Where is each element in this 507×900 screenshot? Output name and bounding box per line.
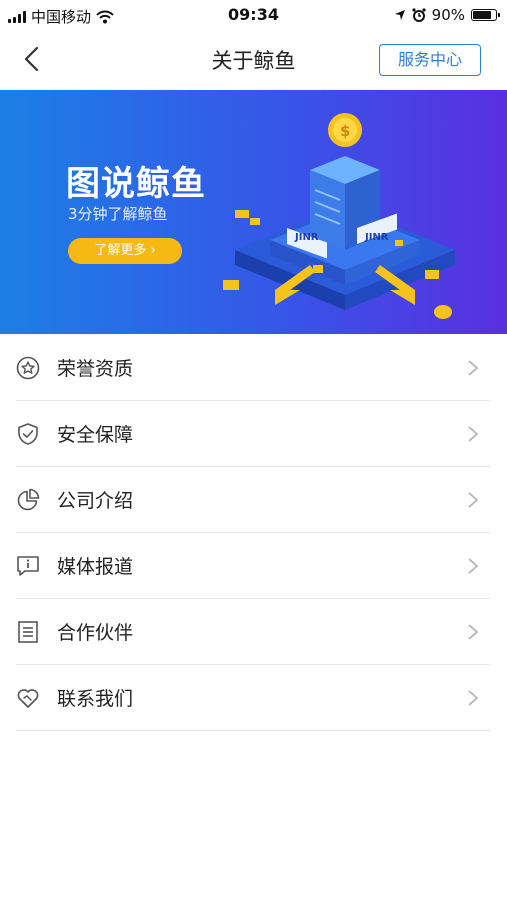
menu-item-media[interactable]: 媒体报道 [16, 533, 491, 599]
menu-label: 公司介绍 [57, 490, 134, 512]
nav-bar: 关于鲸鱼 服务中心 [0, 30, 507, 90]
chevron-right-icon [468, 360, 479, 376]
status-bar: 中国移动 09:34 90% [0, 0, 507, 30]
service-center-button[interactable]: 服务中心 [379, 44, 481, 76]
pie-chart-icon [17, 488, 40, 511]
status-right: 90% [394, 6, 500, 24]
info-bubble-icon [17, 556, 39, 576]
promo-banner[interactable]: 图说鲸鱼 3分钟了解鲸鱼 了解更多 › JINR JINR $ [0, 90, 507, 334]
isometric-building-illustration: JINR JINR $ [223, 113, 455, 319]
menu-item-company-intro[interactable]: 公司介绍 [16, 467, 491, 533]
star-badge-icon [16, 356, 40, 380]
shield-check-icon [18, 423, 38, 445]
banner-subtitle: 3分钟了解鲸鱼 [68, 205, 168, 223]
menu-label: 安全保障 [57, 424, 134, 446]
menu-item-partners[interactable]: 合作伙伴 [16, 599, 491, 665]
menu-label: 联系我们 [57, 688, 134, 710]
menu-label: 合作伙伴 [57, 622, 134, 644]
art-label-2: JINR [364, 232, 389, 243]
menu-item-security[interactable]: 安全保障 [16, 401, 491, 467]
about-menu-list: 荣誉资质 安全保障 公司介绍 媒体报道 合作伙伴 联系我们 [0, 335, 507, 731]
learn-more-button[interactable]: 了解更多 › [68, 238, 182, 264]
battery-icon [471, 9, 500, 21]
alarm-icon [412, 8, 426, 22]
menu-item-contact[interactable]: 联系我们 [16, 665, 491, 731]
coin-dollar-text: $ [340, 122, 350, 140]
menu-item-honors[interactable]: 荣誉资质 [16, 335, 491, 401]
chevron-right-icon [468, 624, 479, 640]
banner-title: 图说鲸鱼 [66, 164, 206, 204]
location-icon [394, 10, 405, 20]
battery-percent: 90% [431, 6, 465, 24]
document-list-icon [18, 621, 38, 643]
art-label-1: JINR [294, 232, 319, 243]
chevron-right-icon [468, 558, 479, 574]
menu-label: 荣誉资质 [57, 358, 134, 380]
heart-handshake-icon [17, 689, 39, 708]
chevron-right-icon [468, 426, 479, 442]
chevron-right-icon [468, 690, 479, 706]
chevron-right-icon [468, 492, 479, 508]
menu-label: 媒体报道 [57, 556, 134, 578]
